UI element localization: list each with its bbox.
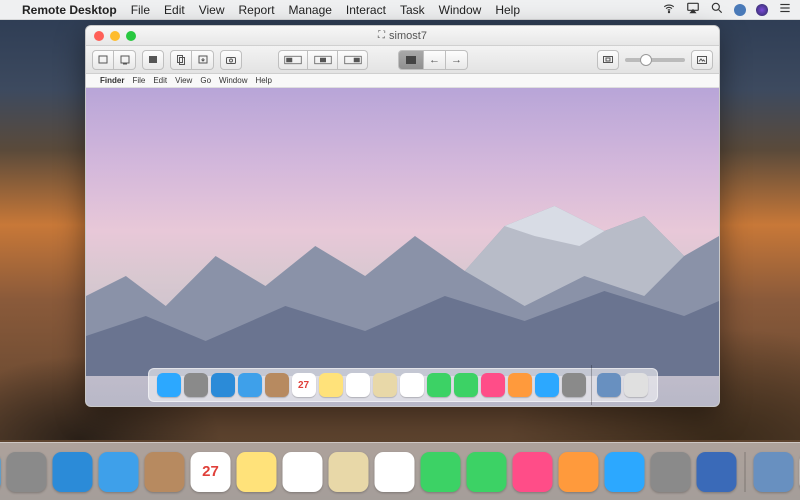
dock-appstore-icon[interactable] bbox=[535, 373, 559, 397]
clipboard-button[interactable] bbox=[597, 50, 619, 70]
remote-menu-edit[interactable]: Edit bbox=[153, 76, 167, 85]
close-button[interactable] bbox=[94, 31, 104, 41]
remote-menubar: Finder File Edit View Go Window Help bbox=[86, 74, 719, 88]
install-button[interactable] bbox=[192, 50, 214, 70]
notification-center-icon[interactable] bbox=[778, 1, 792, 18]
dock-notes-icon[interactable] bbox=[237, 452, 277, 492]
fit-screen-button[interactable] bbox=[308, 50, 338, 70]
dock-contacts-icon[interactable] bbox=[265, 373, 289, 397]
dock-separator bbox=[591, 365, 592, 405]
dock-safari-icon[interactable] bbox=[53, 452, 93, 492]
remote-menu-go[interactable]: Go bbox=[200, 76, 211, 85]
remote-desktop-window: ⛶ simost7 ← → bbox=[85, 25, 720, 407]
menu-window[interactable]: Window bbox=[439, 3, 482, 17]
menu-help[interactable]: Help bbox=[495, 3, 520, 17]
dock-reminders-icon[interactable] bbox=[283, 452, 323, 492]
fit-window-button[interactable] bbox=[278, 50, 308, 70]
dock-appstore-icon[interactable] bbox=[605, 452, 645, 492]
window-titlebar[interactable]: ⛶ simost7 bbox=[86, 26, 719, 46]
dock-launchpad-icon[interactable] bbox=[184, 373, 208, 397]
menu-interact[interactable]: Interact bbox=[346, 3, 386, 17]
user-icon[interactable] bbox=[734, 4, 746, 16]
screenshot-button[interactable] bbox=[220, 50, 242, 70]
menu-manage[interactable]: Manage bbox=[289, 3, 332, 17]
dock-remote-desktop-icon[interactable] bbox=[697, 452, 737, 492]
remote-dock: 27 bbox=[148, 368, 658, 402]
control-button[interactable] bbox=[92, 50, 114, 70]
dock-ibooks-icon[interactable] bbox=[559, 452, 599, 492]
zoom-button[interactable] bbox=[126, 31, 136, 41]
wifi-icon[interactable] bbox=[662, 1, 676, 18]
spotlight-search-icon[interactable] bbox=[710, 1, 724, 18]
host-dock: 27 bbox=[0, 442, 800, 500]
dock-facetime-icon[interactable] bbox=[467, 452, 507, 492]
dock-maps-icon[interactable] bbox=[373, 373, 397, 397]
dock-mail-icon[interactable] bbox=[99, 452, 139, 492]
screen-share-icon: ⛶ bbox=[378, 30, 385, 41]
dock-ibooks-icon[interactable] bbox=[508, 373, 532, 397]
remote-screen[interactable]: Finder File Edit View Go Window Help 27 bbox=[86, 74, 719, 406]
dock-trash-icon[interactable] bbox=[624, 373, 648, 397]
actual-size-button[interactable] bbox=[338, 50, 368, 70]
dock-safari-icon[interactable] bbox=[211, 373, 235, 397]
copy-button[interactable] bbox=[170, 50, 192, 70]
dock-facetime-icon[interactable] bbox=[454, 373, 478, 397]
menubar-app-name[interactable]: Remote Desktop bbox=[22, 3, 117, 17]
host-menubar: Remote Desktop File Edit View Report Man… bbox=[0, 0, 800, 20]
dock-photos-icon[interactable] bbox=[400, 373, 424, 397]
dock-separator bbox=[745, 452, 746, 492]
dock-contacts-icon[interactable] bbox=[145, 452, 185, 492]
remote-menu-file[interactable]: File bbox=[132, 76, 145, 85]
menu-task[interactable]: Task bbox=[400, 3, 425, 17]
menu-report[interactable]: Report bbox=[239, 3, 275, 17]
dock-mail-icon[interactable] bbox=[238, 373, 262, 397]
menu-view[interactable]: View bbox=[199, 3, 225, 17]
dock-finder-icon[interactable] bbox=[0, 452, 1, 492]
dock-calendar-icon[interactable]: 27 bbox=[292, 373, 316, 397]
dock-itunes-icon[interactable] bbox=[513, 452, 553, 492]
forward-button[interactable]: → bbox=[446, 50, 468, 70]
window-title: simost7 bbox=[389, 30, 427, 42]
remote-menu-view[interactable]: View bbox=[175, 76, 192, 85]
siri-icon[interactable] bbox=[756, 4, 768, 16]
airplay-icon[interactable] bbox=[686, 1, 700, 18]
quality-button[interactable] bbox=[691, 50, 713, 70]
remote-menu-help[interactable]: Help bbox=[255, 76, 271, 85]
dock-downloads-icon[interactable] bbox=[597, 373, 621, 397]
dock-messages-icon[interactable] bbox=[427, 373, 451, 397]
remote-menu-finder[interactable]: Finder bbox=[100, 76, 124, 85]
dock-messages-icon[interactable] bbox=[421, 452, 461, 492]
observe-button[interactable] bbox=[114, 50, 136, 70]
dock-maps-icon[interactable] bbox=[329, 452, 369, 492]
curtain-button[interactable] bbox=[142, 50, 164, 70]
window-toolbar: ← → bbox=[86, 46, 719, 74]
fullscreen-toggle-button[interactable] bbox=[398, 50, 424, 70]
dock-notes-icon[interactable] bbox=[319, 373, 343, 397]
dock-launchpad-icon[interactable] bbox=[7, 452, 47, 492]
dock-reminders-icon[interactable] bbox=[346, 373, 370, 397]
dock-finder-icon[interactable] bbox=[157, 373, 181, 397]
remote-menu-window[interactable]: Window bbox=[219, 76, 247, 85]
menu-edit[interactable]: Edit bbox=[164, 3, 185, 17]
menu-file[interactable]: File bbox=[131, 3, 150, 17]
dock-itunes-icon[interactable] bbox=[481, 373, 505, 397]
dock-calendar-icon[interactable]: 27 bbox=[191, 452, 231, 492]
dock-preferences-icon[interactable] bbox=[651, 452, 691, 492]
remote-wallpaper-mountains bbox=[86, 176, 719, 376]
minimize-button[interactable] bbox=[110, 31, 120, 41]
back-button[interactable]: ← bbox=[424, 50, 446, 70]
dock-photos-icon[interactable] bbox=[375, 452, 415, 492]
zoom-slider[interactable] bbox=[625, 58, 685, 62]
dock-preferences-icon[interactable] bbox=[562, 373, 586, 397]
dock-downloads-icon[interactable] bbox=[754, 452, 794, 492]
